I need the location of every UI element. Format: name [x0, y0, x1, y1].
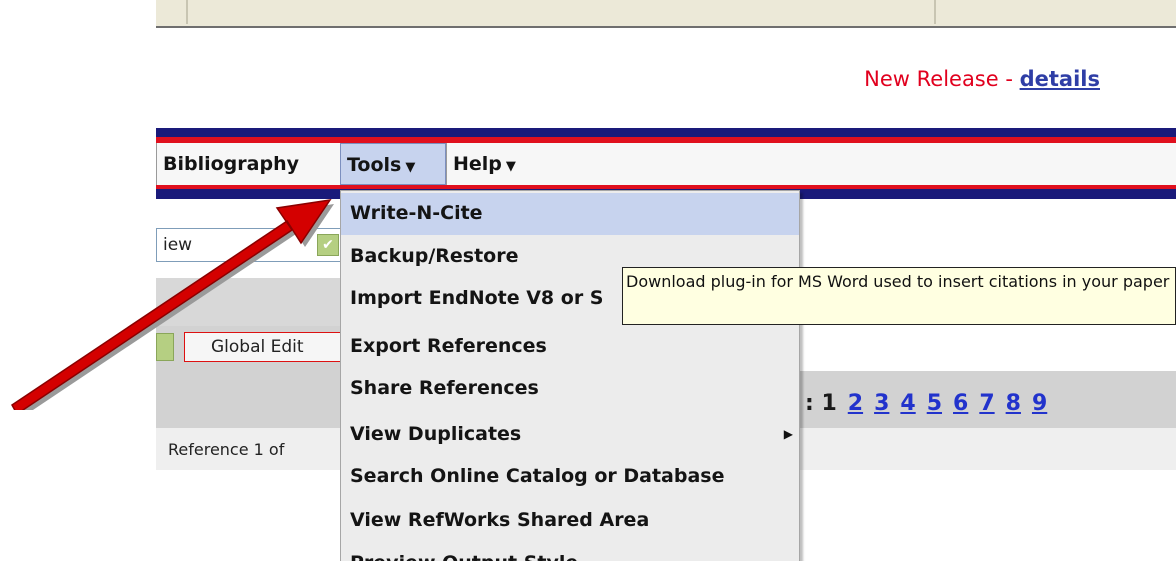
menu-item-label: Preview Output Style: [350, 552, 578, 561]
nav-item-tools[interactable]: Tools ▼: [340, 143, 446, 185]
menu-item-view-shared-area[interactable]: View RefWorks Shared Area: [341, 500, 799, 542]
toolbar-separator: [934, 0, 936, 24]
nav-item-label: Bibliography: [163, 153, 299, 175]
page-link[interactable]: 8: [1006, 391, 1021, 416]
write-n-cite-tooltip: Download plug-in for MS Word used to ins…: [622, 267, 1176, 325]
menu-item-preview-output-style[interactable]: Preview Output Style: [341, 543, 799, 561]
page-link[interactable]: 6: [953, 391, 968, 416]
screenshot-stage: New Release - details Bibliography Tools…: [0, 0, 1176, 561]
nav-item-label: Tools: [347, 154, 402, 176]
menu-item-write-n-cite[interactable]: Write-N-Cite: [341, 193, 799, 235]
toolbar-separator: [186, 0, 188, 24]
page-link[interactable]: 3: [874, 391, 889, 416]
menu-item-view-duplicates[interactable]: View Duplicates ▶: [341, 414, 799, 456]
nav-item-label: Help: [453, 153, 502, 175]
menu-item-label: Import EndNote V8 or S: [350, 287, 604, 309]
main-nav-bar: Bibliography Tools ▼ Help ▼: [156, 143, 1176, 185]
chevron-down-icon: ▼: [405, 160, 416, 175]
new-release-notice: New Release - details: [864, 67, 1100, 91]
menu-item-label: Search Online Catalog or Database: [350, 465, 725, 487]
page-link[interactable]: 5: [927, 391, 942, 416]
page-link[interactable]: 4: [900, 391, 915, 416]
menu-item-label: View Duplicates: [350, 423, 522, 445]
red-pointer-arrow-icon: [11, 199, 334, 410]
submenu-arrow-icon: ▶: [783, 427, 793, 441]
nav-item-help[interactable]: Help ▼: [446, 143, 540, 185]
new-release-label: New Release -: [864, 67, 1020, 91]
details-link[interactable]: details: [1020, 67, 1100, 91]
menu-item-search-online-catalog[interactable]: Search Online Catalog or Database: [341, 456, 799, 498]
nav-item-bibliography[interactable]: Bibliography: [156, 143, 340, 185]
nav-stripe-navy: [156, 128, 1176, 137]
pagination-current: : 1: [805, 391, 837, 416]
tools-dropdown-menu: Write-N-Cite Backup/Restore Import EndNo…: [340, 190, 800, 561]
menu-item-label: Backup/Restore: [350, 245, 519, 267]
page-link[interactable]: 9: [1032, 391, 1047, 416]
menu-item-export-references[interactable]: Export References: [341, 326, 799, 368]
pagination: : 1 23456789: [805, 391, 1047, 416]
menu-item-share-references[interactable]: Share References: [341, 368, 799, 410]
page-link[interactable]: 7: [979, 391, 994, 416]
page-link[interactable]: 2: [848, 391, 863, 416]
chevron-down-icon: ▼: [505, 159, 516, 174]
reference-count: Reference 1 of: [168, 440, 285, 459]
menu-item-label: Export References: [350, 335, 547, 357]
arrow-body: [11, 199, 332, 410]
menu-item-label: View RefWorks Shared Area: [350, 509, 650, 531]
menu-item-label: Write-N-Cite: [350, 202, 483, 224]
menu-item-label: Share References: [350, 377, 539, 399]
top-toolbar-strip: [156, 0, 1176, 28]
